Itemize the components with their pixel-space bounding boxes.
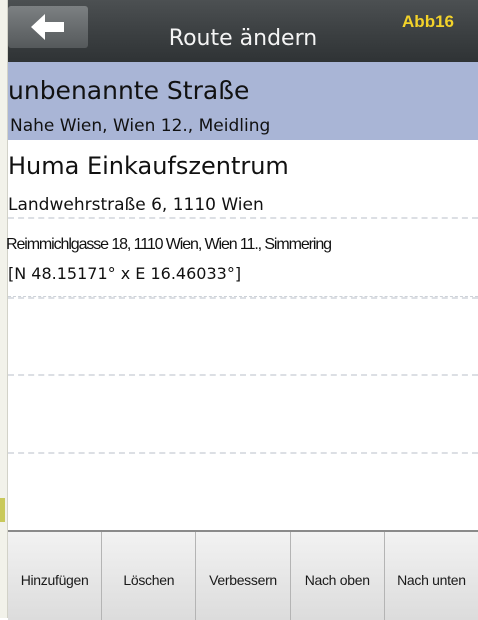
back-button[interactable] [8, 6, 88, 48]
window-edge [0, 0, 8, 618]
divider [8, 297, 478, 299]
route-stop-start[interactable]: unbenannte Straße Nahe Wien, Wien 12., M… [8, 62, 478, 140]
improve-button[interactable]: Verbessern [196, 532, 291, 620]
route-list: unbenannte Straße Nahe Wien, Wien 12., M… [6, 62, 478, 297]
stop-name: unbenannte Straße [8, 76, 250, 105]
move-down-button[interactable]: Nach unten [385, 532, 478, 620]
edge-marker [0, 498, 5, 522]
stop-location: Nahe Wien, Wien 12., Meidling [10, 116, 271, 136]
page-title: Route ändern [168, 26, 318, 51]
stop-coordinates: [N 48.15171° x E 16.46033°] [8, 264, 242, 283]
delete-button[interactable]: Löschen [102, 532, 197, 620]
back-arrow-icon [31, 14, 64, 40]
stop-address: Reimmichlgasse 18, 1110 Wien, Wien 11., … [6, 236, 332, 253]
add-button[interactable]: Hinzufügen [8, 532, 103, 620]
divider [8, 374, 478, 376]
divider [8, 452, 478, 454]
move-up-button[interactable]: Nach oben [291, 532, 385, 620]
divider [8, 217, 478, 219]
stop-name: Huma Einkaufszentrum [8, 152, 289, 180]
title-bar: Route ändern Abb16 [8, 0, 478, 62]
stop-street: Landwehrstraße 6, 1110 Wien [8, 195, 264, 215]
route-toolbar: Hinzufügen Löschen Verbessern Nach oben … [8, 530, 478, 620]
figure-label: Abb16 [402, 12, 454, 31]
